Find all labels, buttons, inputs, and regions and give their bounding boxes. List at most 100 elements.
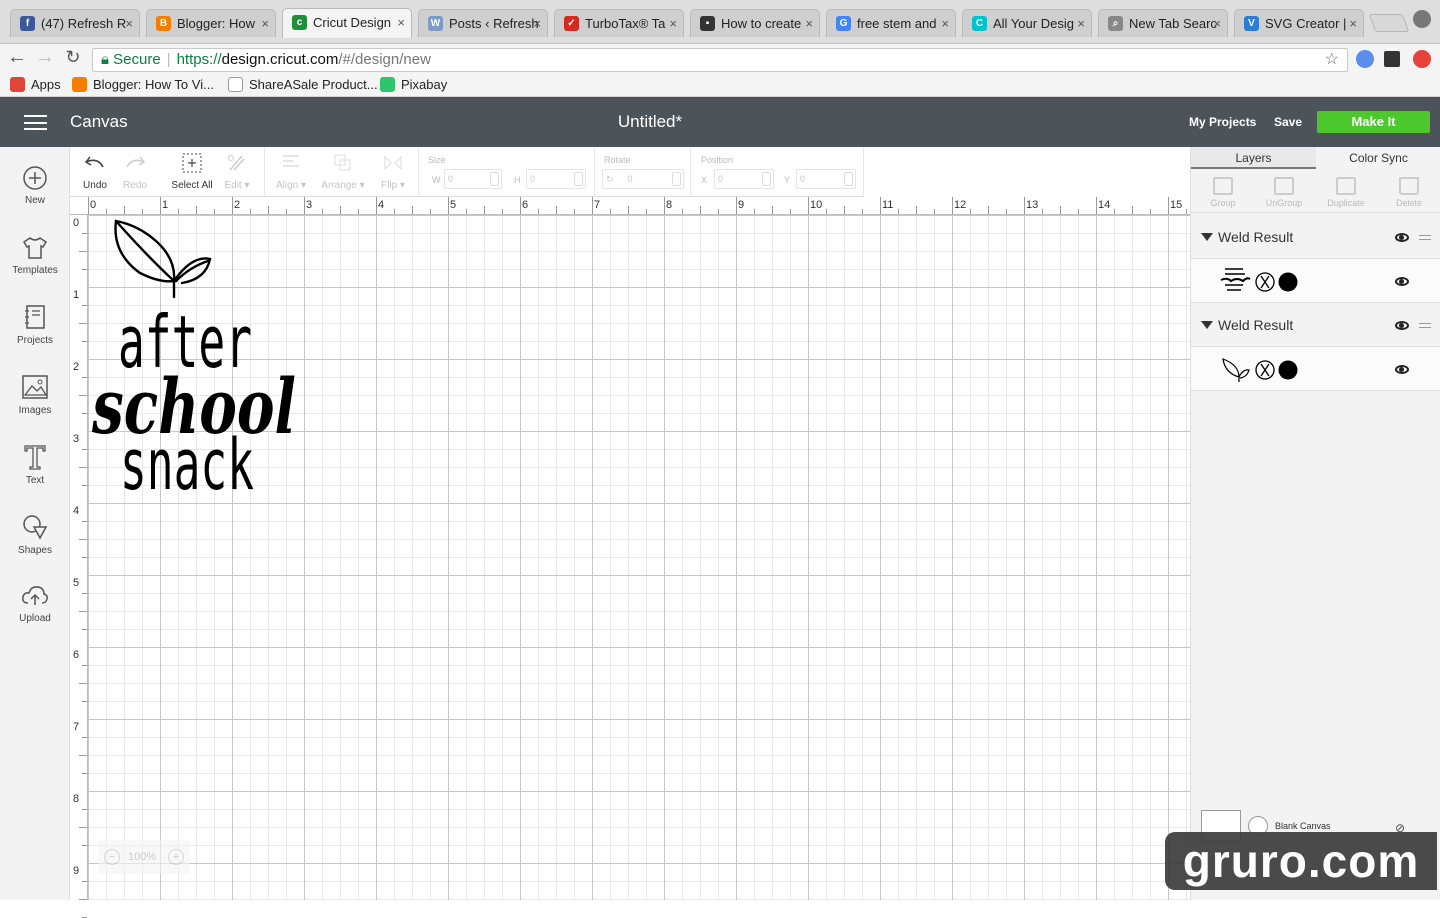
collapse-triangle-icon[interactable] <box>1201 233 1213 241</box>
bookmark-1[interactable]: Apps <box>10 77 61 92</box>
back-icon[interactable]: ← <box>6 46 28 69</box>
drag-handle-icon[interactable] <box>1419 235 1431 240</box>
width-spinner[interactable] <box>490 172 499 186</box>
layer-group-1[interactable]: Weld Result <box>1191 215 1440 259</box>
document-title[interactable]: Untitled* <box>580 112 720 132</box>
rotate-input[interactable]: ↻ 0 <box>602 169 684 189</box>
height-spinner[interactable] <box>574 172 583 186</box>
browser-tab-5[interactable]: ✓ TurboTax® Ta × <box>554 9 684 37</box>
browser-tab-7[interactable]: Gfree stem and × <box>826 9 956 37</box>
nav-shapes-label: Shapes <box>18 545 52 556</box>
profile-icon[interactable] <box>1413 10 1431 28</box>
layers-panel: Layers Color Sync Group UnGroup Duplicat… <box>1190 147 1440 900</box>
color-swatch-icon[interactable] <box>1278 272 1298 292</box>
zoom-out-button[interactable]: − <box>104 849 120 865</box>
browser-tab-2[interactable]: B Blogger: How × <box>146 9 276 37</box>
close-tab-icon[interactable]: × <box>669 10 677 37</box>
new-tab-button[interactable] <box>1368 14 1410 32</box>
nav-templates[interactable]: Templates <box>0 235 70 276</box>
close-tab-icon[interactable]: × <box>1349 10 1357 37</box>
bookmark-4[interactable]: Pixabay <box>380 77 447 92</box>
canva-icon: C <box>972 16 987 31</box>
url-bar[interactable]: 🔒︎ Secure | https://design.cricut.com/#/de… <box>92 48 1348 72</box>
delete-button[interactable]: Delete <box>1379 177 1439 208</box>
design-artwork[interactable]: after school snack <box>88 215 328 505</box>
edit-button[interactable]: Edit ▾ <box>222 153 252 191</box>
arrange-button[interactable]: Arrange ▾ <box>320 153 366 191</box>
undo-button[interactable]: Undo <box>82 153 108 191</box>
select-all-button[interactable]: Select All <box>170 153 214 191</box>
layer-item-2[interactable] <box>1191 347 1440 391</box>
tab-color-sync[interactable]: Color Sync <box>1316 147 1440 169</box>
browser-tab-3[interactable]: c Cricut Design × <box>282 8 412 38</box>
save-button[interactable]: Save <box>1274 115 1302 129</box>
width-input[interactable]: 0 <box>444 169 502 189</box>
close-tab-icon[interactable]: × <box>125 10 133 37</box>
blogger-icon <box>72 77 87 92</box>
browser-tab-1[interactable]: f (47) Refresh R × <box>10 9 140 37</box>
nav-new[interactable]: New <box>0 165 70 206</box>
group-button[interactable]: Group <box>1193 177 1253 208</box>
x-spinner[interactable] <box>762 172 771 186</box>
ungroup-button[interactable]: UnGroup <box>1254 177 1314 208</box>
rotate-spinner[interactable] <box>672 172 681 186</box>
close-tab-icon[interactable]: × <box>1213 10 1221 37</box>
browser-tab-8[interactable]: C All Your Desig × <box>962 9 1092 37</box>
secure-label: Secure <box>113 51 161 68</box>
size-label: Size <box>428 155 446 165</box>
browser-tab-10[interactable]: V SVG Creator | × <box>1234 9 1364 37</box>
canvas-grid[interactable]: after school snack <box>88 215 1190 900</box>
sync-extension-icon[interactable] <box>1356 50 1374 68</box>
browser-tab-6[interactable]: ▪ How to create × <box>690 9 820 37</box>
layer-group-2[interactable]: Weld Result <box>1191 303 1440 347</box>
duplicate-button[interactable]: Duplicate <box>1316 177 1376 208</box>
browser-tab-9[interactable]: ⌕ New Tab Searc × <box>1098 9 1228 37</box>
ruler-number: 11 <box>882 199 894 211</box>
nav-images[interactable]: Images <box>0 373 70 416</box>
y-input[interactable]: 0 <box>796 169 856 189</box>
tshirt-icon <box>22 237 48 259</box>
bookmark-2[interactable]: Blogger: How To Vi... <box>72 77 214 92</box>
y-spinner[interactable] <box>844 172 853 186</box>
nav-shapes[interactable]: Shapes <box>0 513 70 556</box>
leaf-sprout-icon <box>114 219 212 299</box>
hamburger-menu-icon[interactable] <box>24 115 47 130</box>
close-tab-icon[interactable]: × <box>805 10 813 37</box>
layer-item-1[interactable] <box>1191 259 1440 303</box>
close-tab-icon[interactable]: × <box>941 10 949 37</box>
ruler-number: 8 <box>666 199 673 211</box>
nav-new-label: New <box>24 195 45 206</box>
eye-icon[interactable] <box>1395 321 1409 330</box>
close-tab-icon[interactable]: × <box>533 10 541 37</box>
align-button[interactable]: Align ▾ <box>274 153 308 191</box>
redo-button[interactable]: Redo <box>122 153 148 191</box>
collapse-triangle-icon[interactable] <box>1201 321 1213 329</box>
eye-icon[interactable] <box>1395 277 1409 286</box>
nav-projects[interactable]: Projects <box>0 303 70 346</box>
height-input[interactable]: 0 <box>526 169 586 189</box>
x-input[interactable]: 0 <box>714 169 774 189</box>
flip-button[interactable]: Flip ▾ <box>376 153 410 191</box>
zoom-in-button[interactable]: + <box>168 849 184 865</box>
bookmark-3[interactable]: ShareASale Product... <box>228 77 378 92</box>
make-it-button[interactable]: Make It <box>1317 111 1430 133</box>
eye-icon[interactable] <box>1395 365 1409 374</box>
close-tab-icon[interactable]: × <box>397 9 405 36</box>
tab-layers[interactable]: Layers <box>1191 147 1316 169</box>
ruler-number: 7 <box>594 199 601 211</box>
close-tab-icon[interactable]: × <box>1077 10 1085 37</box>
bookmark-star-icon[interactable]: ☆ <box>1325 49 1339 71</box>
drag-handle-icon[interactable] <box>1419 323 1431 328</box>
eye-icon[interactable] <box>1395 233 1409 242</box>
forward-icon[interactable]: → <box>34 46 56 69</box>
upload-extension-icon[interactable] <box>1413 50 1431 68</box>
ruler-number: 6 <box>73 649 80 661</box>
reload-icon[interactable]: ↻ <box>62 47 84 68</box>
layers-extension-icon[interactable] <box>1384 51 1400 67</box>
color-swatch-icon[interactable] <box>1278 360 1298 380</box>
nav-text[interactable]: Text <box>0 443 70 486</box>
my-projects-button[interactable]: My Projects <box>1189 115 1256 129</box>
close-tab-icon[interactable]: × <box>261 10 269 37</box>
nav-upload[interactable]: Upload <box>0 583 70 624</box>
browser-tab-4[interactable]: W Posts ‹ Refresh × <box>418 9 548 37</box>
